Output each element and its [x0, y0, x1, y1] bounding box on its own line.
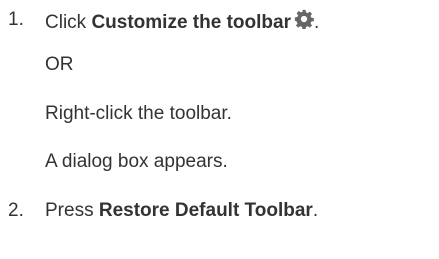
step-1-text: Click Customize the toolbar . [45, 9, 319, 34]
result-text: A dialog box appears. [45, 151, 228, 172]
gear-icon [294, 9, 314, 29]
step-2-suffix: . [312, 200, 319, 221]
alternative-action: Right-click the toolbar. [45, 103, 232, 124]
step-2-text: Press Restore Default Toolbar. [45, 200, 318, 222]
step-2-number: 2. [8, 200, 24, 221]
alternative-label: OR [45, 54, 74, 75]
step-2-bold-label: Restore Default Toolbar [98, 200, 313, 221]
step-1-bold-label: Customize the toolbar [91, 12, 291, 33]
step-1-prefix: Click [45, 12, 92, 33]
step-1-suffix: . [313, 12, 320, 33]
step-2-prefix: Press [45, 200, 99, 221]
step-1-number: 1. [8, 9, 24, 30]
